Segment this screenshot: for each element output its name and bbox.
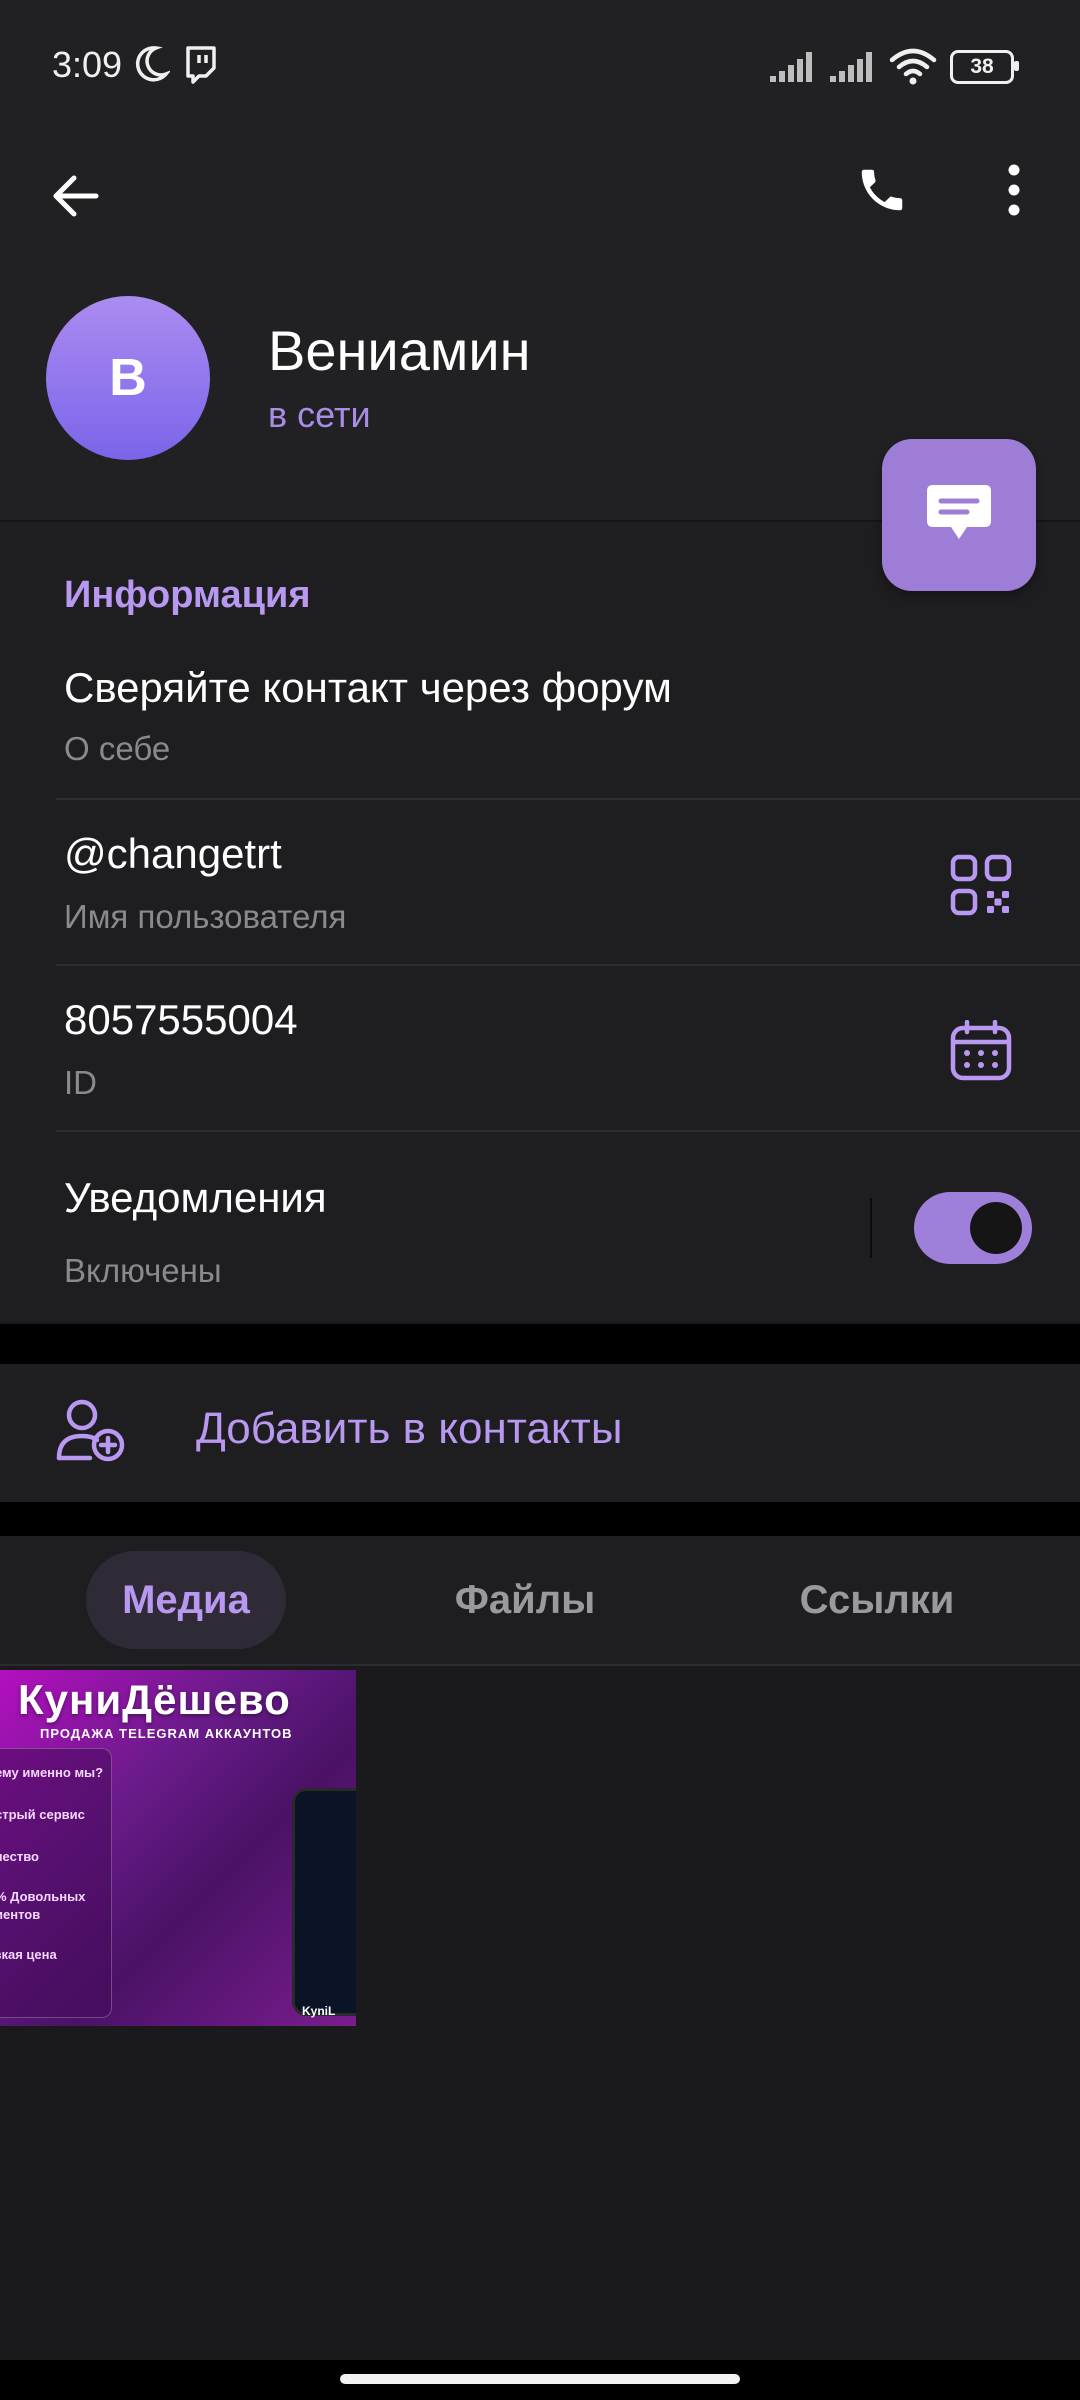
tab-media[interactable]: Медиа	[86, 1551, 286, 1649]
battery-level: 38	[950, 50, 1014, 84]
notifications-title: Уведомления	[64, 1174, 327, 1221]
username-row[interactable]	[0, 800, 1080, 964]
thumbnail-badge: KyniL	[302, 2004, 336, 2018]
battery-icon: 38	[950, 50, 1020, 84]
message-icon	[927, 485, 991, 539]
notifications-toggle[interactable]	[914, 1192, 1032, 1264]
back-button[interactable]	[36, 156, 116, 236]
signal-icon	[770, 52, 812, 82]
calendar-button[interactable]	[938, 1008, 1024, 1094]
wifi-icon	[889, 48, 937, 85]
moon-icon	[135, 46, 170, 82]
tab-links[interactable]: Ссылки	[782, 1551, 972, 1649]
thumbnail-title: КуниДёшево	[18, 1676, 291, 1723]
notifications-row[interactable]	[0, 1132, 850, 1322]
toggle-knob	[970, 1202, 1022, 1254]
thumbnail-phone-mockup	[292, 1788, 356, 2016]
calendar-icon	[950, 1020, 1012, 1081]
media-thumbnail[interactable]: ему именно мы? стрый сервис чество % Дов…	[0, 1670, 356, 2026]
call-button[interactable]	[842, 150, 922, 230]
status-time: 3:09	[52, 44, 123, 85]
twitch-icon	[186, 46, 216, 84]
id-value: 8057555004	[64, 996, 298, 1043]
id-label: ID	[64, 1064, 97, 1101]
avatar[interactable]: В	[46, 296, 210, 460]
vertical-divider	[870, 1198, 872, 1258]
more-button[interactable]	[974, 150, 1054, 230]
bio-value: Сверяйте контакт через форум	[64, 664, 672, 711]
section-gap	[0, 1502, 1080, 1536]
profile-name: Вениамин	[268, 319, 531, 382]
thumbnail-text: ему именно мы?	[0, 1765, 104, 1780]
arrow-left-icon	[53, 175, 99, 217]
tab-files[interactable]: Файлы	[430, 1551, 620, 1649]
qr-code-icon	[950, 854, 1012, 916]
online-status: в сети	[268, 394, 371, 435]
username-value: @changetrt	[64, 830, 282, 877]
phone-icon	[861, 169, 903, 211]
thumbnail-text: иентов	[0, 1907, 41, 1922]
info-section-title: Информация	[64, 574, 311, 616]
username-label: Имя пользователя	[64, 898, 347, 935]
notifications-status: Включены	[64, 1252, 222, 1289]
message-button[interactable]	[882, 439, 1036, 591]
thumbnail-subtitle: ПРОДАЖА TELEGRAM АККАУНТОВ	[40, 1726, 293, 1741]
id-row[interactable]	[0, 966, 1080, 1130]
thumbnail-text: чество	[0, 1849, 39, 1864]
bio-label: О себе	[64, 730, 171, 767]
thumbnail-text: % Довольных	[0, 1889, 86, 1904]
thumbnail-text: стрый сервис	[0, 1807, 85, 1822]
add-contact-label: Добавить в контакты	[196, 1404, 623, 1453]
more-vertical-icon	[1008, 164, 1020, 216]
add-user-icon	[56, 1399, 125, 1462]
home-indicator[interactable]	[340, 2374, 740, 2384]
signal-icon	[830, 52, 872, 82]
qr-code-button[interactable]	[938, 842, 1024, 928]
thumbnail-text: зкая цена	[0, 1947, 57, 1962]
thumbnail-panel: ему именно мы? стрый сервис чество % Дов…	[0, 1748, 112, 2018]
section-gap	[0, 1324, 1080, 1364]
